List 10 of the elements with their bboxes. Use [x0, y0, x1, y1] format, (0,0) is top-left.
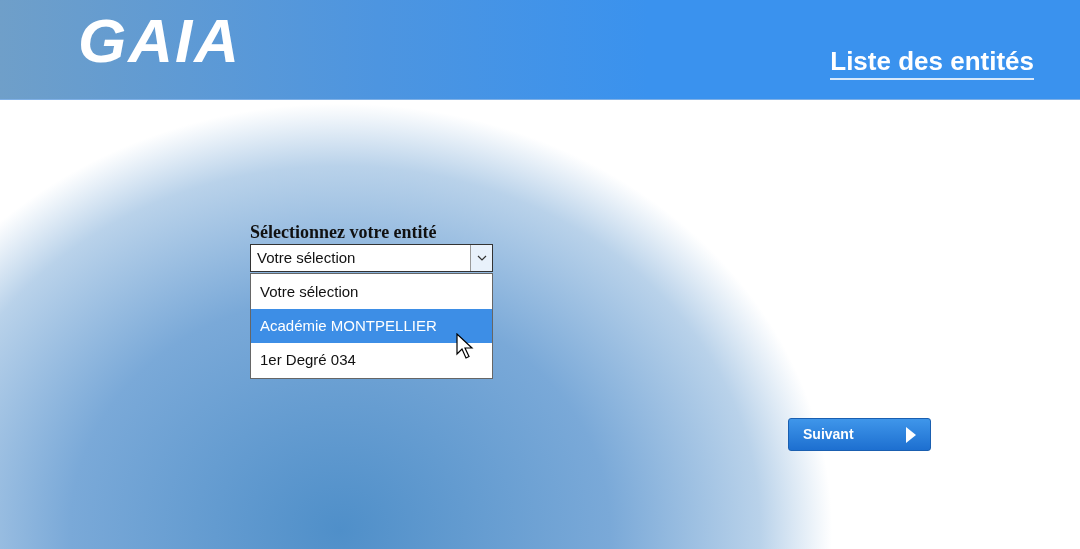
option-item[interactable]: Votre sélection: [251, 275, 492, 309]
logo: GAIA: [78, 10, 241, 72]
triangle-right-icon: [906, 426, 916, 443]
page-title: Liste des entités: [830, 46, 1034, 80]
entity-select[interactable]: Votre sélection: [250, 244, 493, 272]
mouse-pointer-icon: [456, 333, 474, 359]
entity-label: Sélectionnez votre entité: [250, 221, 438, 244]
option-item[interactable]: 1er Degré 034: [251, 343, 492, 377]
next-button[interactable]: Suivant: [788, 418, 931, 451]
chevron-down-icon: [470, 245, 492, 271]
